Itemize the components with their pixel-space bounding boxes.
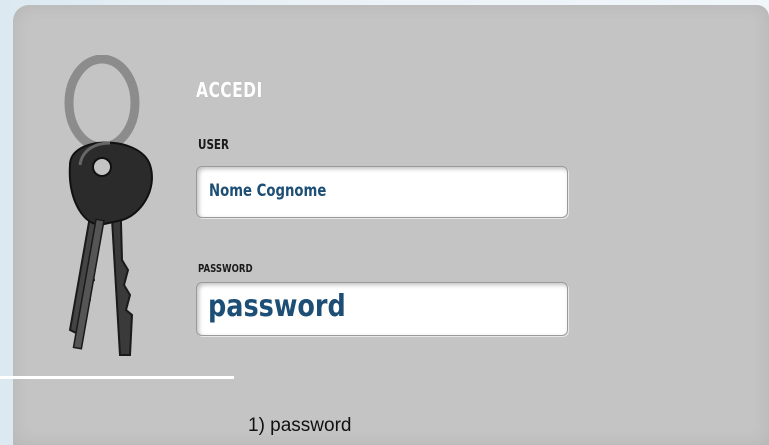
caption: 1) password	[248, 415, 352, 436]
user-label: USER	[198, 138, 230, 153]
login-title: ACCEDI	[196, 78, 263, 102]
user-field[interactable]: Nome Cognome	[196, 166, 568, 218]
keys-icon	[64, 55, 153, 356]
user-value: Nome Cognome	[209, 181, 327, 201]
password-value: password	[208, 289, 346, 324]
password-field[interactable]: password	[196, 282, 568, 336]
password-label: PASSWORD	[198, 262, 253, 275]
divider	[0, 376, 234, 379]
